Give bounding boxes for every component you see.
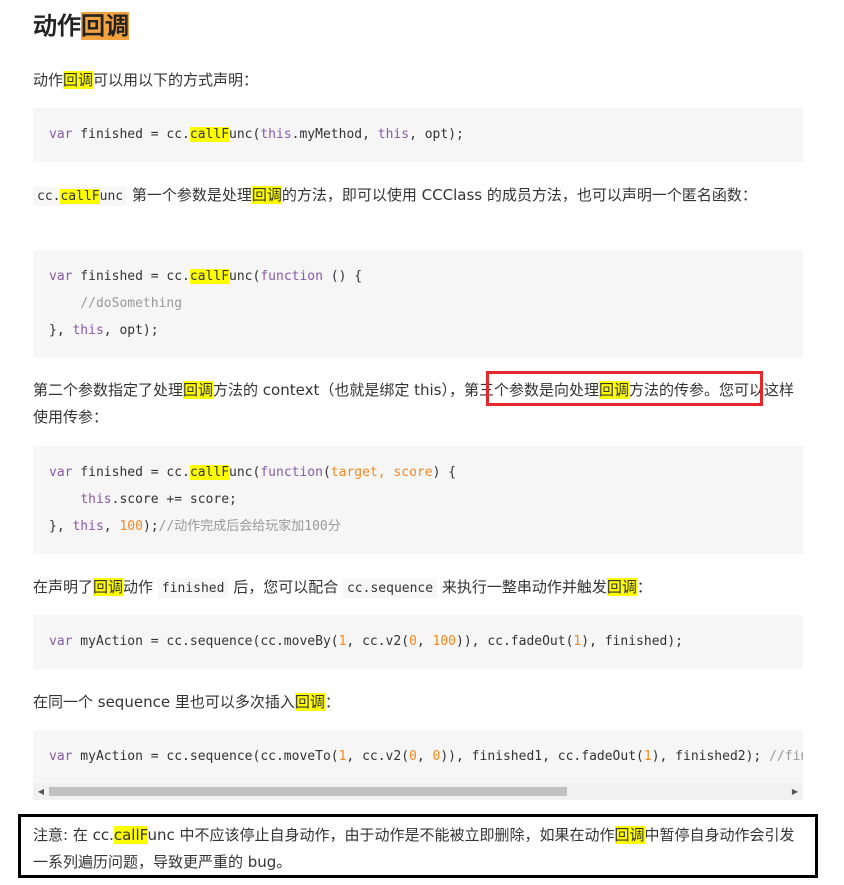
code-block-5: var myAction = cc.sequence(cc.moveTo(1, …	[33, 730, 803, 783]
code-line: }, this, opt);	[49, 323, 159, 338]
code-block-2: var finished = cc.callFunc(function () {…	[33, 250, 803, 358]
keyword-highlight: 回调	[251, 186, 282, 204]
keyword-highlight: callF	[189, 127, 230, 142]
code-block-4: var myAction = cc.sequence(cc.moveBy(1, …	[33, 615, 803, 669]
code-line: var finished = cc.callFunc(function(targ…	[49, 465, 457, 480]
sequence-paragraph: 在声明了回调动作 finished 后，您可以配合 cc.sequence 来执…	[33, 578, 652, 598]
section-heading: 动作回调	[33, 9, 129, 43]
keyword-highlight: callF	[189, 465, 230, 480]
code-block-1: var finished = cc.callFunc(this.myMethod…	[33, 108, 803, 162]
code-line: var myAction = cc.sequence(cc.moveTo(1, …	[49, 749, 803, 764]
heading-highlight: 回调	[81, 12, 129, 40]
inline-code-finished: finished	[157, 579, 229, 598]
code-line: var myAction = cc.sequence(cc.moveBy(1, …	[49, 634, 683, 649]
code-line: var finished = cc.callFunc(function () {	[49, 269, 363, 284]
inline-code-callfunc: cc.callFunc	[33, 187, 128, 206]
keyword-highlight: 回调	[294, 693, 325, 711]
heading-text: 动作	[33, 12, 81, 40]
code-line: //doSomething	[80, 296, 183, 311]
keyword-highlight: 回调	[183, 381, 214, 399]
scroll-right-arrow-icon[interactable]: ▶	[787, 783, 803, 800]
warning-note: 注意: 在 cc.callFunc 中不应该停止自身动作，由于动作是不能被立即删…	[18, 814, 818, 878]
scroll-left-arrow-icon[interactable]: ◀	[33, 783, 49, 800]
code-block-3: var finished = cc.callFunc(function(targ…	[33, 446, 803, 554]
keyword-highlight: 回调	[606, 578, 637, 596]
scroll-thumb[interactable]	[49, 787, 567, 796]
multi-callback-paragraph: 在同一个 sequence 里也可以多次插入回调：	[33, 693, 340, 711]
keyword-highlight: 回调	[614, 826, 645, 844]
keyword-highlight: 回调	[93, 578, 124, 596]
intro-paragraph: 动作回调可以用以下的方式声明：	[33, 71, 259, 89]
code-line: var finished = cc.callFunc(this.myMethod…	[49, 127, 464, 142]
code-line: this.score += score;	[80, 492, 237, 507]
callfunc-paragraph: cc.callFunc 第一个参数是处理回调的方法，即可以使用 CCClass …	[33, 182, 803, 210]
keyword-highlight: callF	[113, 826, 148, 844]
red-annotation-box	[486, 371, 763, 406]
keyword-highlight: callF	[189, 269, 230, 284]
inline-code-sequence: cc.sequence	[342, 579, 438, 598]
code-line: }, this, 100);//动作完成后会给玩家加100分	[49, 519, 341, 534]
horizontal-scrollbar[interactable]: ◀ ▶	[33, 783, 803, 800]
keyword-highlight: 回调	[63, 71, 94, 89]
